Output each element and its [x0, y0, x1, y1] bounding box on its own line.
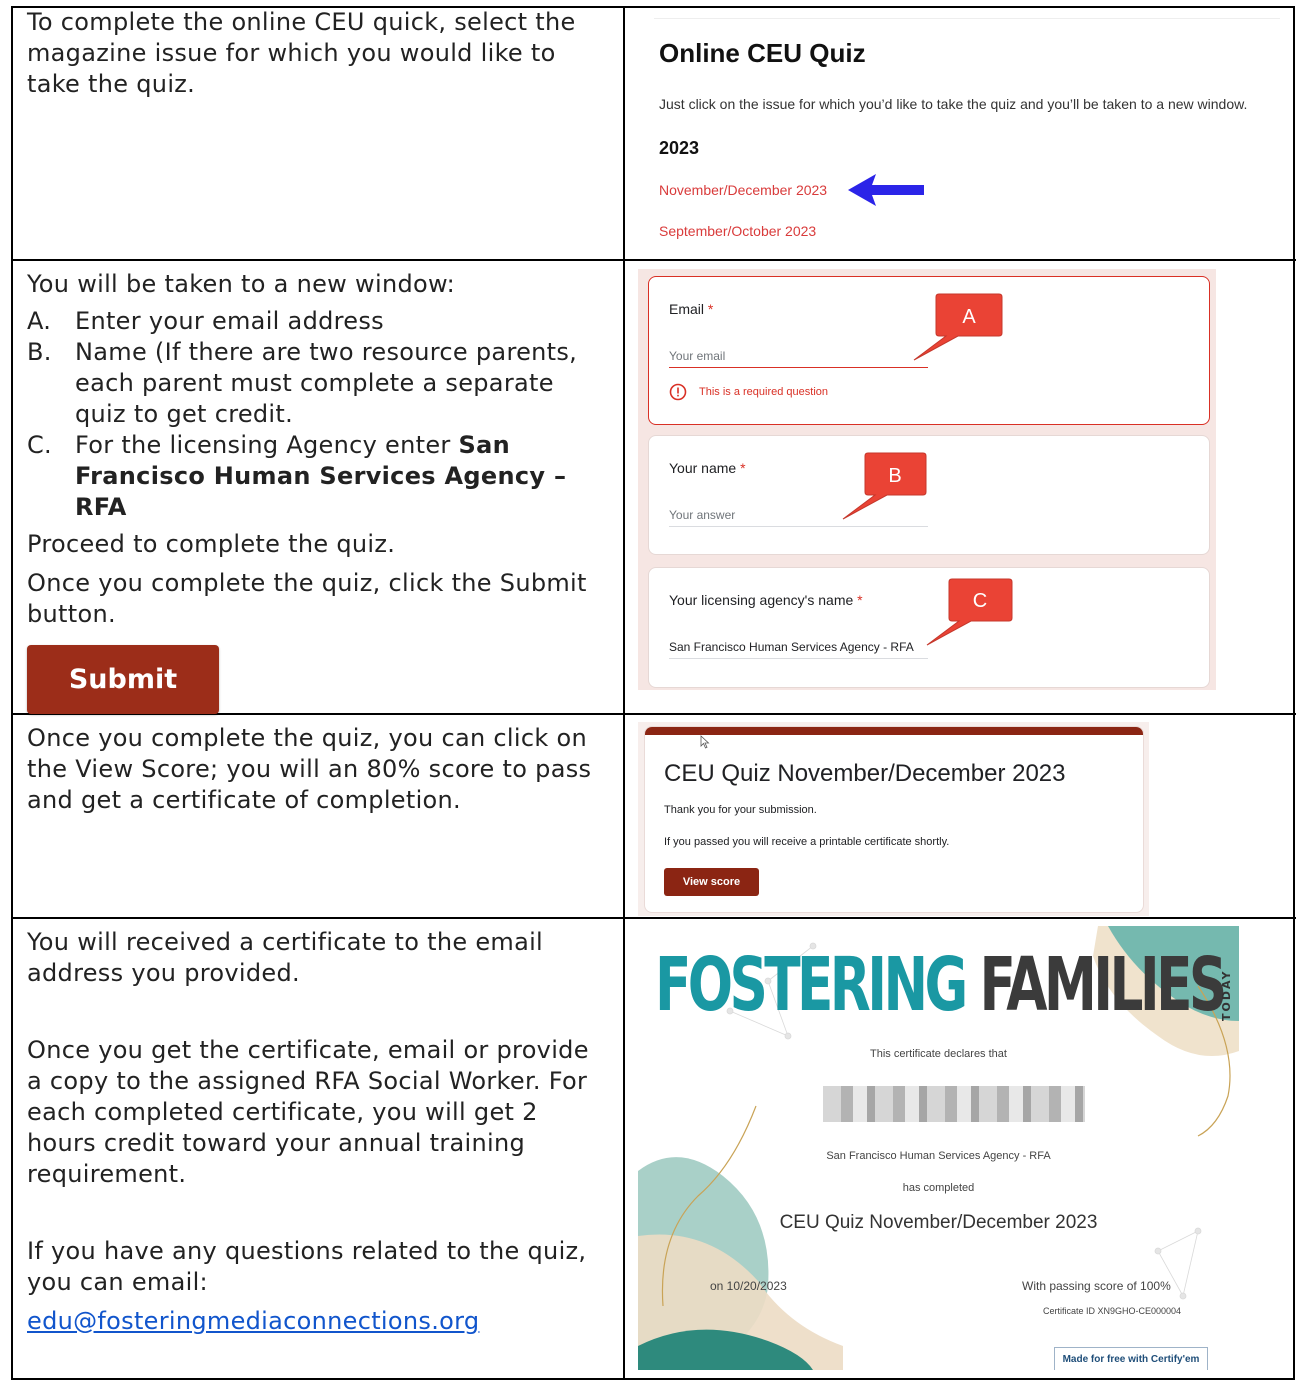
certificate-score: With passing score of 100%	[1022, 1279, 1171, 1293]
agency-label-text: Your licensing agency's name	[669, 592, 854, 608]
name-label-text: Your name	[669, 460, 737, 476]
error-icon	[669, 383, 687, 401]
row-divider	[11, 917, 1296, 919]
agency-input[interactable]: San Francisco Human Services Agency - RF…	[669, 640, 928, 659]
quiz-page-title: Online CEU Quiz	[659, 38, 866, 68]
certificate-declares: This certificate declares that	[870, 1048, 1007, 1060]
required-marker: *	[857, 592, 863, 608]
made-for-free-badge: Made for free with Certify'em	[1054, 1347, 1208, 1370]
email-question-card: Email * Your email This is a required qu…	[648, 276, 1210, 425]
email-link[interactable]: edu@fosteringmediaconnections.org	[27, 1307, 479, 1335]
name-label: Your name *	[669, 460, 746, 476]
email-input[interactable]: Your email	[669, 349, 928, 368]
column-divider	[623, 6, 625, 1380]
certificate-id: Certificate ID XN9GHO-CE000004	[1043, 1306, 1182, 1316]
required-marker: *	[740, 460, 746, 476]
step-marker: B.	[27, 338, 52, 366]
certificate-image: FOSTERING FAMILIES TODAY This certificat…	[638, 926, 1239, 1370]
certificate-date: on 10/20/2023	[710, 1279, 787, 1293]
required-marker: *	[707, 301, 714, 317]
recipient-name-blurred	[823, 1086, 1085, 1122]
agency-question-card: Your licensing agency's name * San Franc…	[648, 567, 1210, 688]
certificate-agency: San Francisco Human Services Agency - RF…	[826, 1150, 1051, 1162]
callout-b-label: B	[888, 465, 901, 487]
confirmation-title: CEU Quiz November/December 2023	[664, 760, 1066, 787]
email-link-wrap: edu@fosteringmediaconnections.org	[27, 1306, 602, 1337]
view-score-button[interactable]: View score	[664, 868, 759, 896]
cursor-icon	[700, 735, 710, 749]
form-screenshot: Email * Your email This is a required qu…	[638, 269, 1216, 690]
email-label: Email *	[669, 301, 713, 317]
row3-instruction: Once you complete the quiz, you can clic…	[27, 723, 602, 816]
callout-b-icon: B	[842, 452, 927, 520]
row3-text: Once you complete the quiz, you can clic…	[27, 724, 592, 814]
quiz-year-heading: 2023	[659, 138, 700, 158]
divider	[654, 18, 1280, 19]
row4-p1: You will received a certificate to the e…	[27, 928, 544, 987]
issue-link-sep-oct[interactable]: September/October 2023	[659, 223, 816, 239]
agency-label: Your licensing agency's name *	[669, 592, 863, 608]
proceed-text: Proceed to complete the quiz.	[27, 530, 396, 558]
row4-p3: If you have any questions related to the…	[27, 1237, 587, 1296]
header-bar	[645, 727, 1143, 735]
step-text: For the licensing Agency enter	[75, 431, 459, 459]
step-marker: A.	[27, 307, 52, 335]
row1-text: To complete the online CEU quick, select…	[27, 8, 576, 98]
email-error: This is a required question	[669, 383, 828, 401]
brand-families: FAMILIES	[979, 942, 1228, 1028]
submit-instruction: Once you complete the quiz, click the Su…	[27, 569, 587, 628]
steps-list: A. Enter your email address B. Name (If th…	[27, 306, 602, 523]
row4-p2: Once you get the certificate, email or p…	[27, 1036, 589, 1188]
row4-instruction: You will received a certificate to the e…	[27, 927, 602, 1337]
name-question-card: Your name * Your answer B	[648, 435, 1210, 555]
certificate-course: CEU Quiz November/December 2023	[779, 1212, 1098, 1233]
step-marker: C.	[27, 431, 52, 459]
step-b: B. Name (If there are two resource parent…	[27, 337, 602, 430]
row2-intro: You will be taken to a new window:	[27, 270, 455, 298]
blue-arrow-icon	[848, 174, 924, 206]
error-text: This is a required question	[699, 386, 829, 398]
certificate-completed: has completed	[902, 1182, 975, 1194]
step-text: Enter your email address	[75, 307, 384, 335]
confirmation-line2: If you passed you will receive a printab…	[664, 836, 950, 848]
callout-a-label: A	[962, 306, 976, 328]
quiz-page-description: Just click on the issue for which you’d …	[659, 96, 1248, 112]
step-c: C. For the licensing Agency enter San Fra…	[27, 430, 602, 523]
online-quiz-screenshot: Online CEU Quiz Just click on the issue …	[640, 12, 1280, 252]
agency-input-value: San Francisco Human Services Agency - RF…	[669, 640, 914, 654]
confirmation-line1: Thank you for your submission.	[664, 804, 817, 816]
row-divider	[11, 259, 1296, 261]
callout-c-label: C	[973, 590, 987, 612]
row2-instruction: You will be taken to a new window: A. Ent…	[27, 269, 602, 630]
certificate-brand-logo: FOSTERING FAMILIES	[655, 942, 1228, 1028]
brand-today: TODAY	[1220, 969, 1233, 1021]
step-a: A. Enter your email address	[27, 306, 602, 337]
confirmation-card: CEU Quiz November/December 2023 Thank yo…	[644, 726, 1144, 913]
callout-c-icon: C	[926, 578, 1013, 646]
issue-link-nov-dec[interactable]: November/December 2023	[659, 182, 827, 198]
confirmation-screenshot: CEU Quiz November/December 2023 Thank yo…	[638, 722, 1149, 916]
callout-a-icon: A	[913, 293, 1003, 361]
email-label-text: Email	[669, 301, 705, 317]
row1-instruction: To complete the online CEU quick, select…	[27, 7, 602, 100]
submit-button[interactable]: Submit	[27, 645, 219, 714]
brand-fostering: FOSTERING	[655, 942, 968, 1028]
step-text: Name (If there are two resource parents,…	[75, 338, 578, 428]
